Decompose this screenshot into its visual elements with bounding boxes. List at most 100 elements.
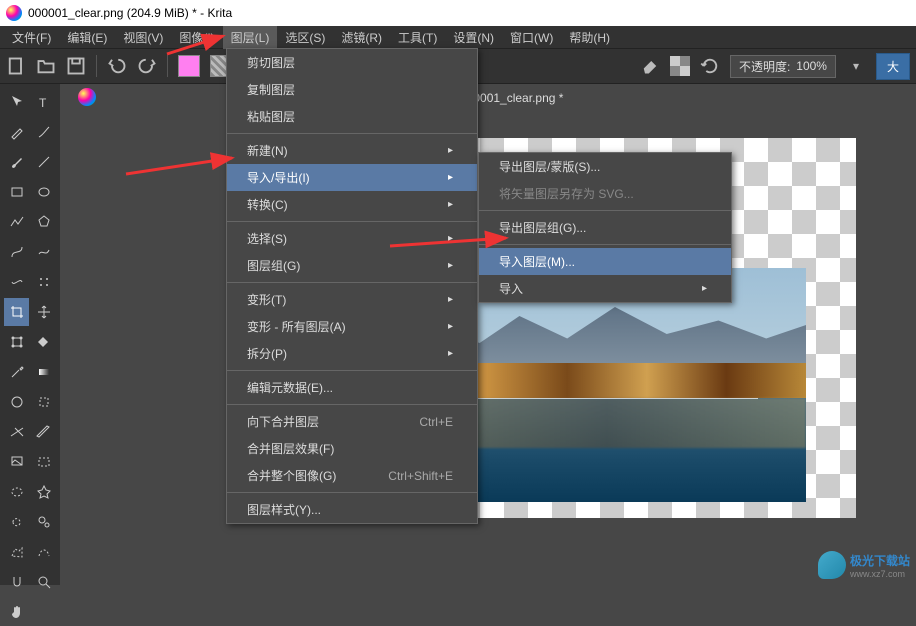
polyline-tool-icon[interactable]: [4, 208, 29, 236]
menu-item-label: 转换(C): [247, 196, 288, 213]
watermark-url: www.xz7.com: [850, 569, 910, 579]
pan-tool-icon[interactable]: [4, 598, 29, 626]
reload-icon[interactable]: [700, 56, 720, 76]
menu-help[interactable]: 帮助(H): [561, 26, 618, 49]
submenu-arrow-icon: ▸: [448, 294, 453, 305]
picker-tool-icon[interactable]: [4, 358, 29, 386]
bezier-select-tool-icon[interactable]: [31, 538, 56, 566]
menu-item-label: 变形 - 所有图层(A): [247, 318, 346, 335]
menu-item-label: 粘贴图层: [247, 108, 295, 125]
opacity-control[interactable]: 不透明度: 100%: [730, 55, 836, 78]
menu-item-import[interactable]: 导入▸: [479, 275, 731, 302]
watermark-name: 极光下载站: [850, 554, 910, 568]
cursor-tool-icon[interactable]: [4, 88, 29, 116]
free-select-tool-icon[interactable]: [4, 508, 29, 536]
menu-item-convert[interactable]: 转换(C)▸: [227, 191, 477, 218]
menu-item-flatten-image[interactable]: 合并整个图像(G)Ctrl+Shift+E: [227, 462, 477, 489]
menu-item-label: 导出图层组(G)...: [499, 219, 586, 236]
magnet-select-tool-icon[interactable]: [4, 568, 29, 596]
transform-tool-icon[interactable]: [4, 328, 29, 356]
undo-icon[interactable]: [107, 56, 127, 76]
menu-selection[interactable]: 选区(S): [277, 26, 333, 49]
bezier-tool-icon[interactable]: [4, 238, 29, 266]
rect-select-tool-icon[interactable]: [31, 448, 56, 476]
menu-tools[interactable]: 工具(T): [390, 26, 445, 49]
freehand-tool-icon[interactable]: [31, 238, 56, 266]
menu-item-flatten-fx[interactable]: 合并图层效果(F): [227, 435, 477, 462]
text-tool-icon[interactable]: T: [31, 88, 56, 116]
edit-shapes-tool-icon[interactable]: [4, 118, 29, 146]
open-file-icon[interactable]: [36, 56, 56, 76]
menu-settings[interactable]: 设置(N): [445, 26, 502, 49]
menu-item-metadata[interactable]: 编辑元数据(E)...: [227, 374, 477, 401]
assist-tool-icon[interactable]: [4, 418, 29, 446]
foreground-color-swatch[interactable]: [178, 55, 200, 77]
eraser-mode-icon[interactable]: [640, 56, 660, 76]
menu-item-label: 图层样式(Y)...: [247, 501, 321, 518]
reference-tool-icon[interactable]: [4, 448, 29, 476]
menu-item-merge-down[interactable]: 向下合并图层Ctrl+E: [227, 408, 477, 435]
polygon-tool-icon[interactable]: [31, 208, 56, 236]
menu-item-copy-layer[interactable]: 复制图层: [227, 76, 477, 103]
crop-tool-icon[interactable]: [4, 298, 29, 326]
gradient-tool-icon[interactable]: [31, 358, 56, 386]
ellipse-select-tool-icon[interactable]: [4, 478, 29, 506]
dynamic-brush-tool-icon[interactable]: [4, 268, 29, 296]
measure-tool-icon[interactable]: [31, 418, 56, 446]
menu-item-label: 变形(T): [247, 291, 286, 308]
menu-item-import-export[interactable]: 导入/导出(I)▸: [227, 164, 477, 191]
menu-item-paste-layer[interactable]: 粘贴图层: [227, 103, 477, 130]
new-file-icon[interactable]: [6, 56, 26, 76]
menu-separator: [227, 221, 477, 222]
pattern-tool-icon[interactable]: [4, 388, 29, 416]
multibrush-tool-icon[interactable]: [31, 268, 56, 296]
window-titlebar: 000001_clear.png (204.9 MiB) * - Krita: [0, 0, 916, 26]
menu-item-label: 剪切图层: [247, 54, 295, 71]
rectangle-tool-icon[interactable]: [4, 178, 29, 206]
size-button[interactable]: 大: [876, 53, 910, 80]
menu-item-label: 向下合并图层: [247, 413, 319, 430]
menu-item-label: 导出图层/蒙版(S)...: [499, 158, 600, 175]
contiguous-select-tool-icon[interactable]: [31, 478, 56, 506]
menu-item-transform-all[interactable]: 变形 - 所有图层(A)▸: [227, 313, 477, 340]
menu-window[interactable]: 窗口(W): [502, 26, 561, 49]
menu-item-split[interactable]: 拆分(P)▸: [227, 340, 477, 367]
menu-item-label: 拆分(P): [247, 345, 287, 362]
smart-patch-tool-icon[interactable]: [31, 388, 56, 416]
menu-item-cut-layer[interactable]: 剪切图层: [227, 49, 477, 76]
menu-view[interactable]: 视图(V): [115, 26, 171, 49]
menu-item-export-group[interactable]: 导出图层组(G)...: [479, 214, 731, 241]
menu-file[interactable]: 文件(F): [4, 26, 59, 49]
line-tool-icon[interactable]: [31, 148, 56, 176]
import-export-submenu: 导出图层/蒙版(S)...将矢量图层另存为 SVG...导出图层组(G)...导…: [478, 152, 732, 303]
menu-edit[interactable]: 编辑(E): [59, 26, 115, 49]
menu-item-transform[interactable]: 变形(T) ▸: [227, 286, 477, 313]
alpha-icon[interactable]: [670, 56, 690, 76]
menu-separator: [479, 210, 731, 211]
brush-tool-icon[interactable]: [4, 148, 29, 176]
menu-item-import-layer[interactable]: 导入图层(M)...: [479, 248, 731, 275]
poly-select-tool-icon[interactable]: [4, 538, 29, 566]
menu-item-select[interactable]: 选择(S)▸: [227, 225, 477, 252]
zoom-tool-icon[interactable]: [31, 568, 56, 596]
menu-separator: [227, 370, 477, 371]
calligraphy-tool-icon[interactable]: [31, 118, 56, 146]
chevron-down-icon[interactable]: ▾: [846, 56, 866, 76]
fill-tool-icon[interactable]: [31, 328, 56, 356]
menu-item-label: 编辑元数据(E)...: [247, 379, 333, 396]
menu-item-layer-style[interactable]: 图层样式(Y)...: [227, 496, 477, 523]
menu-item-group[interactable]: 图层组(G)▸: [227, 252, 477, 279]
submenu-arrow-icon: ▸: [448, 172, 453, 183]
menu-item-export-layer[interactable]: 导出图层/蒙版(S)...: [479, 153, 731, 180]
menu-layer[interactable]: 图层(L): [223, 26, 278, 49]
menu-filter[interactable]: 滤镜(R): [333, 26, 390, 49]
similar-select-tool-icon[interactable]: [31, 508, 56, 536]
menu-item-label: 图层组(G): [247, 257, 300, 274]
redo-icon[interactable]: [137, 56, 157, 76]
save-icon[interactable]: [66, 56, 86, 76]
menu-image[interactable]: 图像(I): [171, 26, 222, 49]
move-tool-icon[interactable]: [31, 298, 56, 326]
menu-item-new[interactable]: 新建(N)▸: [227, 137, 477, 164]
krita-logo-icon: [78, 88, 96, 106]
ellipse-tool-icon[interactable]: [31, 178, 56, 206]
